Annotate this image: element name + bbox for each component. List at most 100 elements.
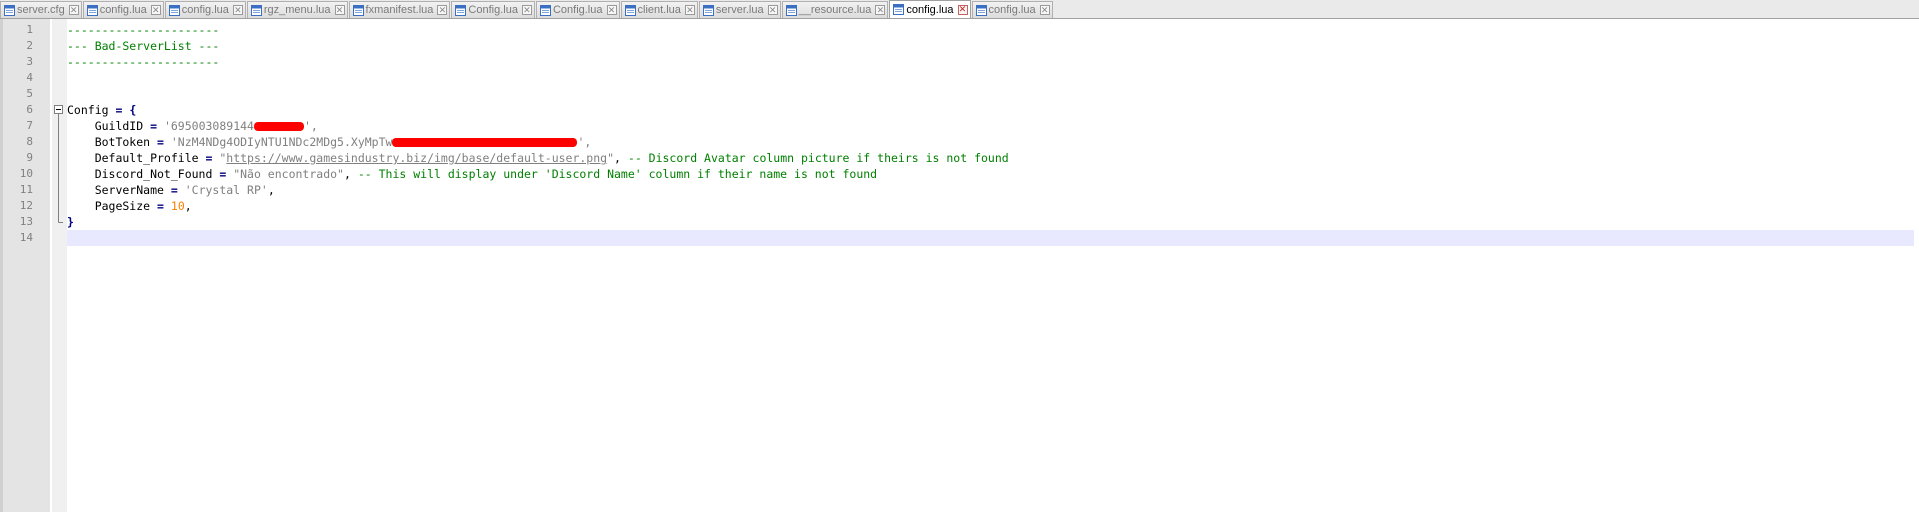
code-string: 'NzM4NDg4ODIyNTU1NDc2MDg5.XyMpTw [163,135,393,149]
code-text: , [267,183,275,197]
fold-line [58,166,59,182]
close-icon[interactable]: ✕ [521,5,532,15]
code-string: 'Crystal RP' [177,183,268,197]
code-operator: = [170,183,178,197]
code-line[interactable]: 8 BotToken = 'NzM4NDg4ODIyNTU1NDc2MDg5.X… [0,134,1919,150]
tab-resource-lua-10[interactable]: __resource.lua ✕ [781,1,889,18]
code-operator: = [157,135,164,149]
close-icon[interactable]: ✕ [334,5,345,15]
code-line[interactable]: 4 [0,70,1919,86]
file-icon [352,4,364,16]
fold-minus-icon[interactable] [54,102,63,118]
line-code[interactable]: GuildID = '695003089144 ', [67,118,1914,134]
code-line[interactable]: 9 Default_Profile = "https://www.gamesin… [0,150,1919,166]
code-text: BotToken [67,135,158,149]
close-icon[interactable]: ✕ [957,4,968,15]
tab-label: Config.lua [468,4,518,16]
code-comment: -- Discord Avatar column picture if thei… [627,151,1009,165]
file-icon [168,4,180,16]
fold-end-marker [58,214,63,223]
tab-rgz-menu-lua-4[interactable]: rgz_menu.lua ✕ [246,1,348,18]
line-code[interactable] [67,86,1914,102]
code-line[interactable]: 6 Config = { [0,102,1919,118]
line-number: 8 [26,135,33,148]
code-line[interactable]: 1 ---------------------- [0,22,1919,38]
tab-server-cfg-1[interactable]: server.cfg ✕ [0,1,82,18]
code-line[interactable]: 2 --- Bad-ServerList --- [0,38,1919,54]
code-line[interactable]: 12 PageSize = 10, [0,198,1919,214]
close-icon[interactable]: ✕ [875,5,886,15]
line-code[interactable]: ---------------------- [67,22,1914,38]
file-icon [702,4,714,16]
line-code[interactable]: Discord_Not_Found = "Não encontrado", --… [67,166,1914,182]
close-icon[interactable]: ✕ [606,5,617,15]
tab-config-lua-6[interactable]: Config.lua ✕ [451,1,535,18]
file-icon [785,4,797,16]
tab-config-lua-3[interactable]: config.lua ✕ [164,1,246,18]
line-number: 10 [19,167,33,180]
line-code[interactable]: Config = { [67,102,1914,118]
code-line[interactable]: 5 [0,86,1919,102]
close-icon[interactable]: ✕ [68,5,79,15]
redaction-mark [392,138,578,147]
code-line[interactable]: 14 [0,230,1919,246]
code-line[interactable]: 10 Discord_Not_Found = "Não encontrado",… [0,166,1919,182]
line-code[interactable]: BotToken = 'NzM4NDg4ODIyNTU1NDc2MDg5.XyM… [67,134,1914,150]
code-text: , [614,151,628,165]
code-operator: } [67,215,74,229]
file-icon [86,4,98,16]
code-lines[interactable]: 1 ---------------------- 2 --- Bad-ServerLi… [0,22,1919,246]
code-line[interactable]: 11 ServerName = 'Crystal RP', [0,182,1919,198]
line-code[interactable]: ServerName = 'Crystal RP', [67,182,1914,198]
line-number: 14 [19,231,33,244]
tab-config-lua-2[interactable]: config.lua ✕ [82,1,164,18]
tab-label: client.lua [637,4,681,16]
tab-config-lua-12[interactable]: config.lua ✕ [971,1,1053,18]
code-url[interactable]: https://www.gamesindustry.biz/img/base/d… [226,151,607,165]
tab-label: config.lua [99,4,147,16]
tab-config-lua-11[interactable]: config.lua ✕ [889,0,971,18]
tab-label: config.lua [988,4,1036,16]
close-icon[interactable]: ✕ [150,5,161,15]
tab-bar: server.cfg ✕ config.lua ✕ config.lua ✕ rgz_men… [0,0,1919,19]
code-text: PageSize [67,199,158,213]
code-line[interactable]: 7 GuildID = '695003089144 ', [0,118,1919,134]
code-operator: = [150,119,158,133]
file-icon [4,4,15,16]
code-text: , [343,167,358,181]
code-line[interactable]: 3 ---------------------- [0,54,1919,70]
code-comment: ---------------------- [67,23,220,37]
code-line[interactable]: 13} [0,214,1919,230]
code-string: ', [303,119,318,133]
file-icon [624,4,636,16]
tab-label: __resource.lua [798,4,872,16]
line-code[interactable]: PageSize = 10, [67,198,1914,214]
tab-label: Config.lua [552,4,603,16]
close-icon[interactable]: ✕ [232,5,243,15]
line-number: 5 [26,87,33,100]
line-code[interactable]: Default_Profile = "https://www.gamesindu… [67,150,1914,166]
line-code[interactable] [67,70,1914,86]
code-string: ', [577,135,592,149]
code-comment: -- This will display under 'Discord Name… [357,167,878,181]
close-icon[interactable]: ✕ [684,5,695,15]
tab-client-lua-8[interactable]: client.lua ✕ [620,1,698,18]
fold-line [58,150,59,166]
line-code[interactable]: } [67,214,1914,230]
code-text: ServerName [67,183,171,197]
line-code[interactable]: --- Bad-ServerList --- [67,38,1914,54]
tab-server-lua-9[interactable]: server.lua ✕ [698,1,781,18]
tab-label: config.lua [906,3,954,16]
tab-config-lua-7[interactable]: Config.lua ✕ [535,1,620,18]
code-operator: { [122,103,137,117]
code-text: Config [67,103,116,117]
close-icon[interactable]: ✕ [437,5,448,15]
code-editor[interactable]: 1 ---------------------- 2 --- Bad-ServerLi… [0,19,1919,512]
close-icon[interactable]: ✕ [767,5,778,15]
line-code[interactable] [67,230,1914,246]
tab-label: server.cfg [17,4,65,16]
close-icon[interactable]: ✕ [1039,5,1050,15]
tab-fxmanifest-lua-5[interactable]: fxmanifest.lua ✕ [348,1,451,18]
line-code[interactable]: ---------------------- [67,54,1914,70]
